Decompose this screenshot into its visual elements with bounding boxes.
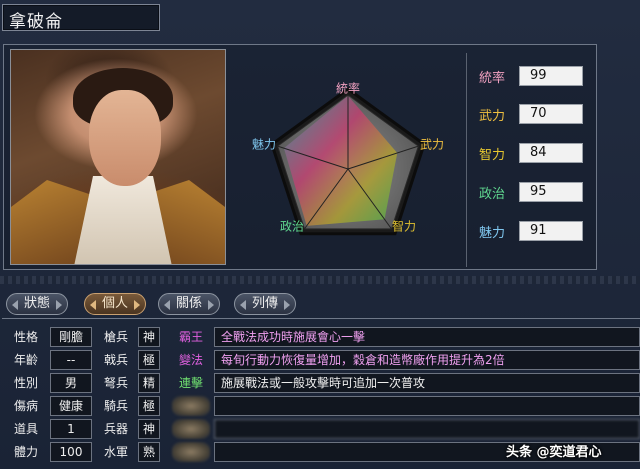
tab-biography[interactable]: 列傳 bbox=[234, 293, 296, 315]
stat-row-meili: 魅力 91 bbox=[479, 220, 583, 242]
radar-axis-label: 智力 bbox=[392, 219, 416, 234]
officer-portrait bbox=[10, 49, 226, 265]
spear-label: 槍兵 bbox=[104, 330, 129, 344]
halberd-label: 戟兵 bbox=[104, 353, 129, 367]
officer-overview-panel: 統率 武力 智力 政治 魅力 統率 99 武力 70 智力 84 政治 95 魅力 91 bbox=[3, 44, 597, 270]
personality-value: 剛膽 bbox=[50, 327, 92, 347]
skill-badge[interactable]: 霸王 bbox=[172, 327, 210, 347]
crossbow-label: 弩兵 bbox=[104, 376, 129, 390]
cavalry-rank: 極 bbox=[138, 396, 160, 416]
empty-skill-badge bbox=[172, 442, 210, 462]
stat-value: 84 bbox=[519, 143, 583, 163]
stat-value: 91 bbox=[519, 221, 583, 241]
injury-value: 健康 bbox=[50, 396, 92, 416]
stat-row-wuli: 武力 70 bbox=[479, 103, 583, 125]
stat-column: 統率 99 武力 70 智力 84 政治 95 魅力 91 bbox=[466, 53, 593, 267]
stat-row-zhili: 智力 84 bbox=[479, 142, 583, 164]
navy-rank: 熟 bbox=[138, 442, 160, 462]
stat-label: 武力 bbox=[479, 108, 506, 124]
age-label: 年齡 bbox=[14, 353, 39, 367]
skill-badge[interactable]: 連擊 bbox=[172, 373, 210, 393]
injury-label: 傷病 bbox=[14, 399, 39, 413]
officer-name: 拿破侖 bbox=[9, 12, 63, 32]
item-value: 1 bbox=[50, 419, 92, 439]
tab-personal[interactable]: 個人 bbox=[84, 293, 146, 315]
empty-skill-badge bbox=[172, 396, 210, 416]
stamina-label: 體力 bbox=[14, 445, 39, 459]
radar-axis-label: 政治 bbox=[280, 220, 304, 234]
name-plate: 拿破侖 bbox=[2, 4, 160, 32]
tab-status[interactable]: 狀態 bbox=[6, 293, 68, 315]
stat-value: 70 bbox=[519, 104, 583, 124]
empty-skill-description bbox=[214, 396, 640, 416]
skill-description: 施展戰法或一般攻擊時可追加一次普攻 bbox=[214, 373, 640, 393]
stat-row-zhengzhi: 政治 95 bbox=[479, 181, 583, 203]
personality-label: 性格 bbox=[14, 330, 39, 344]
divider bbox=[0, 276, 640, 284]
stat-value: 95 bbox=[519, 182, 583, 202]
spear-rank: 神 bbox=[138, 327, 160, 347]
halberd-rank: 極 bbox=[138, 350, 160, 370]
stat-value: 99 bbox=[519, 66, 583, 86]
gender-label: 性別 bbox=[14, 376, 39, 390]
crossbow-rank: 精 bbox=[138, 373, 160, 393]
radar-axis-label: 魅力 bbox=[252, 137, 276, 152]
siege-rank: 神 bbox=[138, 419, 160, 439]
radar-axis-label: 武力 bbox=[420, 138, 444, 152]
stamina-value: 100 bbox=[50, 442, 92, 462]
blurred-skill-badge bbox=[172, 419, 210, 439]
age-value: -- bbox=[50, 350, 92, 370]
radar-axis-label: 統率 bbox=[336, 81, 360, 96]
skill-badge[interactable]: 變法 bbox=[172, 350, 210, 370]
stat-label: 政治 bbox=[479, 186, 506, 202]
gender-value: 男 bbox=[50, 373, 92, 393]
blurred-skill-description bbox=[214, 419, 640, 439]
skill-description: 每旬行動力恢復量增加，穀倉和造幣廠作用提升為2倍 bbox=[214, 350, 640, 370]
watermark: 头条 @奕道君心 bbox=[506, 445, 602, 460]
stat-label: 智力 bbox=[479, 147, 506, 163]
siege-label: 兵器 bbox=[104, 422, 129, 436]
stat-label: 魅力 bbox=[479, 225, 506, 241]
item-label: 道具 bbox=[14, 422, 39, 436]
cavalry-label: 騎兵 bbox=[104, 399, 129, 413]
skill-description: 全戰法成功時施展會心一擊 bbox=[214, 327, 640, 347]
ability-radar-chart: 統率武力智力 政治 魅力 bbox=[252, 81, 444, 236]
stat-row-tongshuai: 統率 99 bbox=[479, 65, 583, 87]
tab-relations[interactable]: 關係 bbox=[158, 293, 220, 315]
navy-label: 水軍 bbox=[104, 445, 129, 459]
stat-label: 統率 bbox=[479, 70, 506, 86]
